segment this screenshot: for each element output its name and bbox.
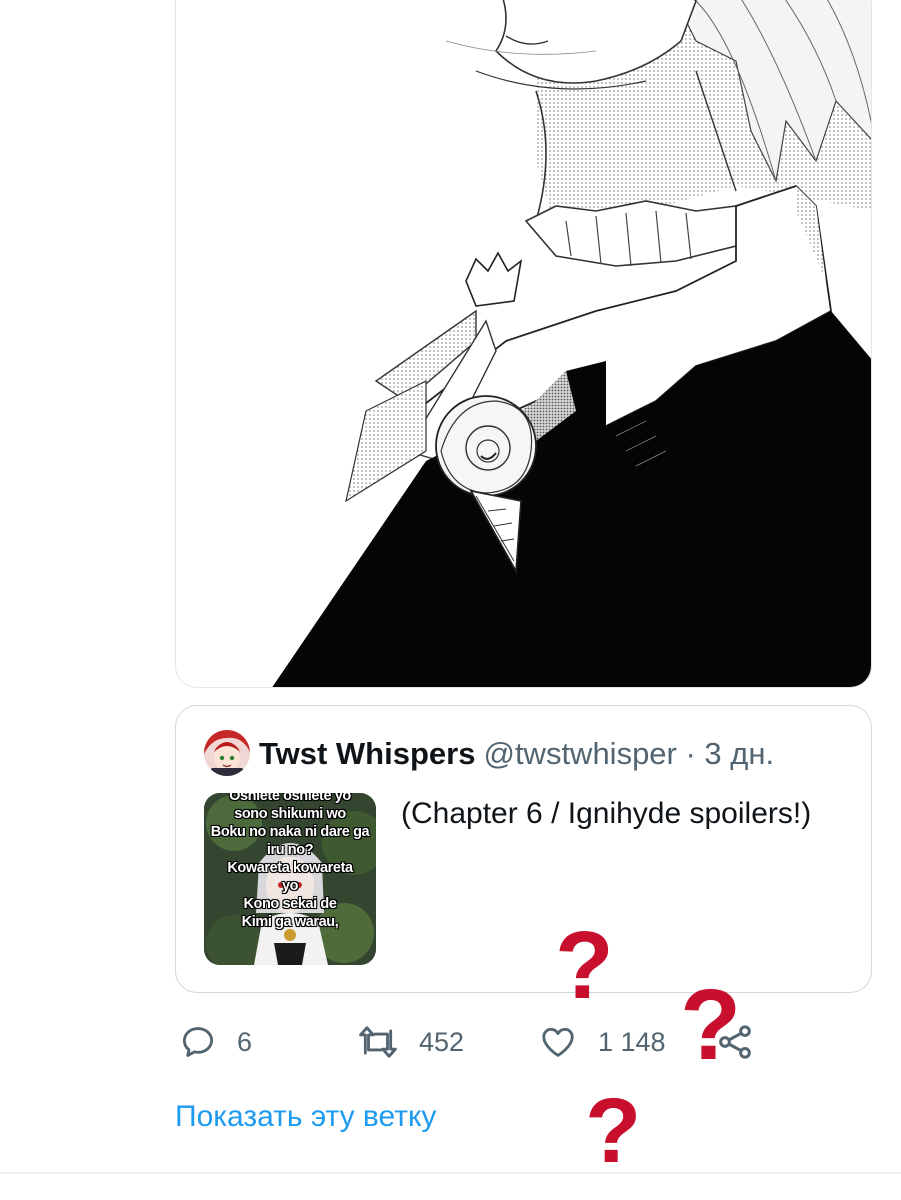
retweet-count: 452 bbox=[419, 1026, 465, 1057]
tweet-page: Twst Whispers @twstwhisper · 3 дн. Oshiet… bbox=[0, 0, 901, 1200]
show-thread-link[interactable]: Показать эту ветку bbox=[175, 1095, 436, 1139]
quoted-tweet-header: Twst Whispers @twstwhisper · 3 дн. bbox=[259, 734, 774, 774]
heart-icon bbox=[542, 1027, 574, 1057]
reply-button[interactable]: 6 bbox=[179, 1015, 252, 1069]
thumbnail-lyrics: Oshiete oshiete yo sono shikumi wo Boku … bbox=[204, 793, 376, 931]
quoted-author-name[interactable]: Twst Whispers bbox=[259, 736, 475, 771]
thumbnail-lyric-line: Kono sekai de bbox=[243, 896, 337, 912]
overlay-question-mark: ? bbox=[585, 1080, 642, 1182]
like-count: 1 148 bbox=[598, 1026, 666, 1057]
overlay-question-mark: ? bbox=[555, 912, 614, 1019]
thumbnail-lyric-line: Kimi ga warau, bbox=[241, 914, 339, 930]
quoted-tweet-thumbnail[interactable]: Oshiete oshiete yo sono shikumi wo Boku … bbox=[204, 793, 376, 965]
reply-count: 6 bbox=[237, 1026, 253, 1057]
manga-illustration bbox=[176, 0, 871, 687]
quoted-author-avatar[interactable] bbox=[204, 730, 250, 776]
reply-icon bbox=[182, 1027, 214, 1057]
thumbnail-lyric-line: iru no? bbox=[266, 842, 314, 858]
quoted-tweet-card[interactable]: Twst Whispers @twstwhisper · 3 дн. Oshiet… bbox=[175, 705, 872, 993]
thumbnail-lyric-line: yo bbox=[281, 878, 299, 894]
quoted-author-handle-and-time: @twstwhisper · 3 дн. bbox=[483, 736, 775, 771]
thumbnail-lyric-line: sono shikumi wo bbox=[234, 806, 346, 822]
like-button[interactable]: 1 148 bbox=[538, 1015, 666, 1069]
quoted-tweet-text: (Chapter 6 / Ignihyde spoilers!) bbox=[401, 797, 812, 830]
tweet-divider bbox=[0, 1172, 901, 1174]
retweet-icon bbox=[359, 1026, 397, 1058]
avatar-icon bbox=[204, 730, 250, 776]
thumbnail-lyric-line: Boku no naka ni dare ga bbox=[210, 824, 370, 840]
thumbnail-lyric-line: Oshiete oshiete yo bbox=[229, 793, 351, 804]
tweet-media-image[interactable] bbox=[175, 0, 872, 688]
thumbnail-lyric-line: Kowareta kowareta bbox=[227, 860, 353, 876]
retweet-button[interactable]: 452 bbox=[357, 1015, 464, 1069]
overlay-question-mark: ? bbox=[680, 969, 742, 1081]
